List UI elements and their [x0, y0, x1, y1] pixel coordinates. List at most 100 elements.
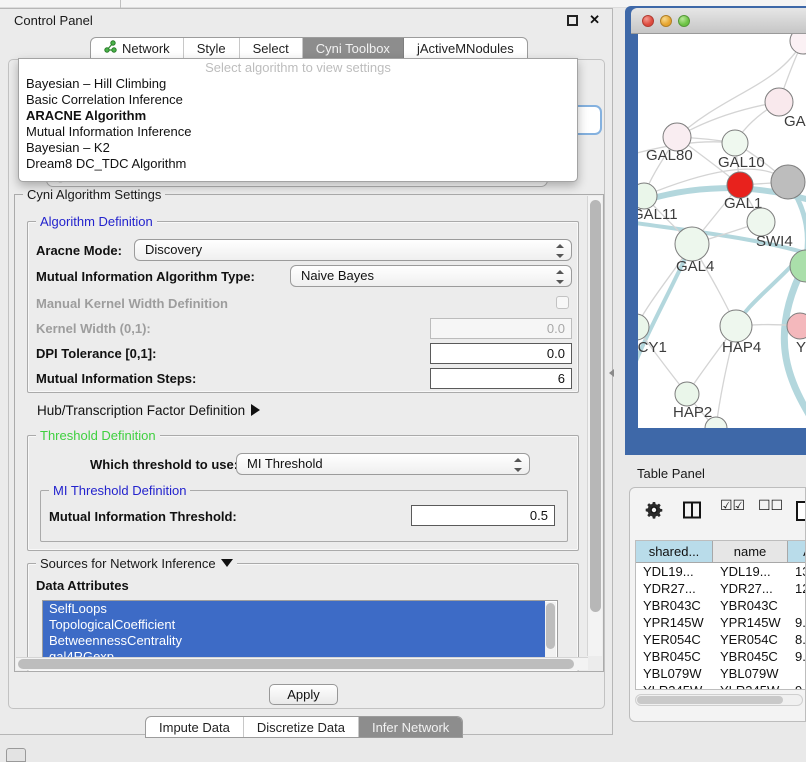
network-node-swi4[interactable] [747, 208, 775, 236]
tab-cyni-toolbox[interactable]: Cyni Toolbox [303, 38, 404, 58]
network-node-gal4[interactable] [675, 227, 709, 261]
tab-impute-data[interactable]: Impute Data [146, 717, 244, 737]
mi-type-combobox[interactable]: Naive Bayes [290, 265, 572, 287]
tab-label: Infer Network [372, 720, 449, 735]
dropdown-item[interactable]: Basic Correlation Inference [19, 92, 577, 108]
settings-horizontal-scrollbar[interactable] [16, 657, 588, 670]
table-row[interactable]: YDL19...YDL19...13 [636, 563, 806, 580]
table-cell [788, 665, 806, 682]
network-node-gal[interactable] [765, 88, 793, 116]
mi-threshold-label: Mutual Information Threshold: [49, 509, 237, 524]
network-node-gal10[interactable] [722, 130, 748, 156]
sources-group-title[interactable]: Sources for Network Inference [36, 556, 237, 571]
node-label: GCY1 [638, 339, 667, 356]
tab-select[interactable]: Select [240, 38, 303, 58]
combo-arrows-icon [556, 243, 564, 259]
table-cell: YER054C [713, 631, 788, 648]
attribute-list-item[interactable]: SelfLoops [43, 601, 545, 617]
manual-kernel-checkbox[interactable] [556, 296, 569, 309]
dropdown-item[interactable]: Bayesian – K2 [19, 140, 577, 156]
tab-jactivemnodules[interactable]: jActiveMNodules [404, 38, 527, 58]
table-cell: YBR043C [713, 597, 788, 614]
zoom-traffic-light-icon[interactable] [678, 15, 690, 27]
table-cell: YDL19... [636, 563, 713, 580]
minimized-window-icon[interactable] [6, 748, 26, 762]
unchecked-boxes-icon[interactable]: ☐☐ [758, 497, 783, 514]
network-view-window: GALGAL80GAL10GAL1GAL11SWI4GAL4GCY1HAP4YH… [625, 6, 806, 455]
node-label: GAL11 [638, 206, 678, 223]
tab-style[interactable]: Style [184, 38, 240, 58]
tab-infer-network[interactable]: Infer Network [359, 717, 462, 737]
network-node[interactable] [790, 250, 806, 282]
column-header[interactable]: A [788, 541, 806, 563]
node-table[interactable]: shared...nameA YDL19...YDL19...13YDR27..… [635, 540, 806, 690]
scrollbar-thumb[interactable] [18, 659, 574, 669]
data-attributes-list[interactable]: SelfLoopsTopologicalCoefficientBetweenne… [42, 600, 558, 664]
table-panel-title: Table Panel [637, 466, 705, 481]
tab-network[interactable]: Network [91, 38, 184, 58]
table-toolbar: ☑☑ ☐☐ [630, 494, 805, 530]
mi-steps-field[interactable]: 6 [430, 368, 572, 389]
algorithm-dropdown-popup: Select algorithm to view settings Bayesi… [18, 58, 578, 182]
hub-definition-expander[interactable]: Hub/Transcription Factor Definition [37, 403, 260, 418]
float-window-icon[interactable] [567, 15, 578, 26]
table-row[interactable]: YDR27...YDR27...12 [636, 580, 806, 597]
column-header[interactable]: name [713, 541, 788, 563]
dpi-tolerance-field[interactable]: 0.0 [430, 343, 572, 364]
split-columns-icon[interactable] [682, 500, 702, 520]
scrollbar-thumb[interactable] [590, 200, 601, 612]
attribute-list-item[interactable]: BetweennessCentrality [43, 633, 545, 649]
close-icon[interactable]: ✕ [589, 12, 600, 28]
settings-panel-title: Cyni Algorithm Settings [23, 187, 165, 202]
cyni-bottom-tabbar: Impute DataDiscretize Data Infer Network [145, 716, 463, 738]
dropdown-item[interactable]: Mutual Information Inference [19, 124, 577, 140]
which-threshold-combobox[interactable]: MI Threshold [236, 453, 530, 475]
table-row[interactable]: YER054CYER054C8. [636, 631, 806, 648]
table-row[interactable]: YPR145WYPR145W9. [636, 614, 806, 631]
which-threshold-value: MI Threshold [247, 456, 323, 471]
network-canvas[interactable]: GALGAL80GAL10GAL1GAL11SWI4GAL4GCY1HAP4YH… [638, 34, 806, 428]
threshold-definition-title: Threshold Definition [36, 428, 160, 443]
split-divider-collapse-icon[interactable] [609, 369, 614, 377]
document-icon[interactable] [794, 500, 806, 522]
table-row[interactable]: YBR043CYBR043C [636, 597, 806, 614]
network-node[interactable] [771, 165, 805, 199]
kernel-width-label: Kernel Width (0,1): [36, 321, 151, 336]
table-cell: YLR345W [713, 682, 788, 690]
attribute-list-item[interactable]: TopologicalCoefficient [43, 617, 545, 633]
settings-vertical-scrollbar[interactable] [587, 196, 602, 656]
checked-boxes-icon[interactable]: ☑☑ [720, 497, 745, 514]
table-cell: YDR27... [713, 580, 788, 597]
table-cell: 8. [788, 631, 806, 648]
close-traffic-light-icon[interactable] [642, 15, 654, 27]
attributes-list-scrollbar[interactable] [545, 602, 556, 664]
table-row[interactable]: YLR345WYLR345W9. [636, 682, 806, 690]
table-row[interactable]: YBL079WYBL079W [636, 665, 806, 682]
scrollbar-thumb[interactable] [637, 696, 783, 704]
mi-threshold-field[interactable]: 0.5 [411, 505, 555, 526]
control-panel-window: Control Panel ✕ NetworkStyleSelectCyni T… [0, 8, 613, 735]
table-cell: YPR145W [636, 614, 713, 631]
network-node-y[interactable] [787, 313, 806, 339]
network-node-hap4[interactable] [720, 310, 752, 342]
aracne-mode-value: Discovery [145, 242, 202, 257]
node-label: SWI4 [756, 233, 793, 250]
table-cell: YER054C [636, 631, 713, 648]
kernel-width-field[interactable]: 0.0 [430, 318, 572, 339]
gear-icon[interactable] [644, 500, 664, 520]
table-panel: ☑☑ ☐☐ shared...nameA YDL19...YDL19...13Y… [629, 487, 806, 722]
table-row[interactable]: YBR045CYBR045C9. [636, 648, 806, 665]
network-node[interactable] [790, 34, 806, 54]
table-horizontal-scrollbar[interactable] [635, 694, 803, 706]
tab-discretize-data[interactable]: Discretize Data [244, 717, 359, 737]
apply-button[interactable]: Apply [269, 684, 338, 705]
tab-label: Cyni Toolbox [316, 41, 390, 56]
column-header[interactable]: shared... [636, 541, 713, 563]
dropdown-item[interactable]: ARACNE Algorithm [19, 108, 577, 124]
dropdown-item[interactable]: Dream8 DC_TDC Algorithm [19, 156, 577, 172]
dpi-tolerance-label: DPI Tolerance [0,1]: [36, 346, 156, 361]
minimize-traffic-light-icon[interactable] [660, 15, 672, 27]
dropdown-item[interactable]: Bayesian – Hill Climbing [19, 76, 577, 92]
network-node-hap2[interactable] [675, 382, 699, 406]
aracne-mode-combobox[interactable]: Discovery [134, 239, 572, 261]
